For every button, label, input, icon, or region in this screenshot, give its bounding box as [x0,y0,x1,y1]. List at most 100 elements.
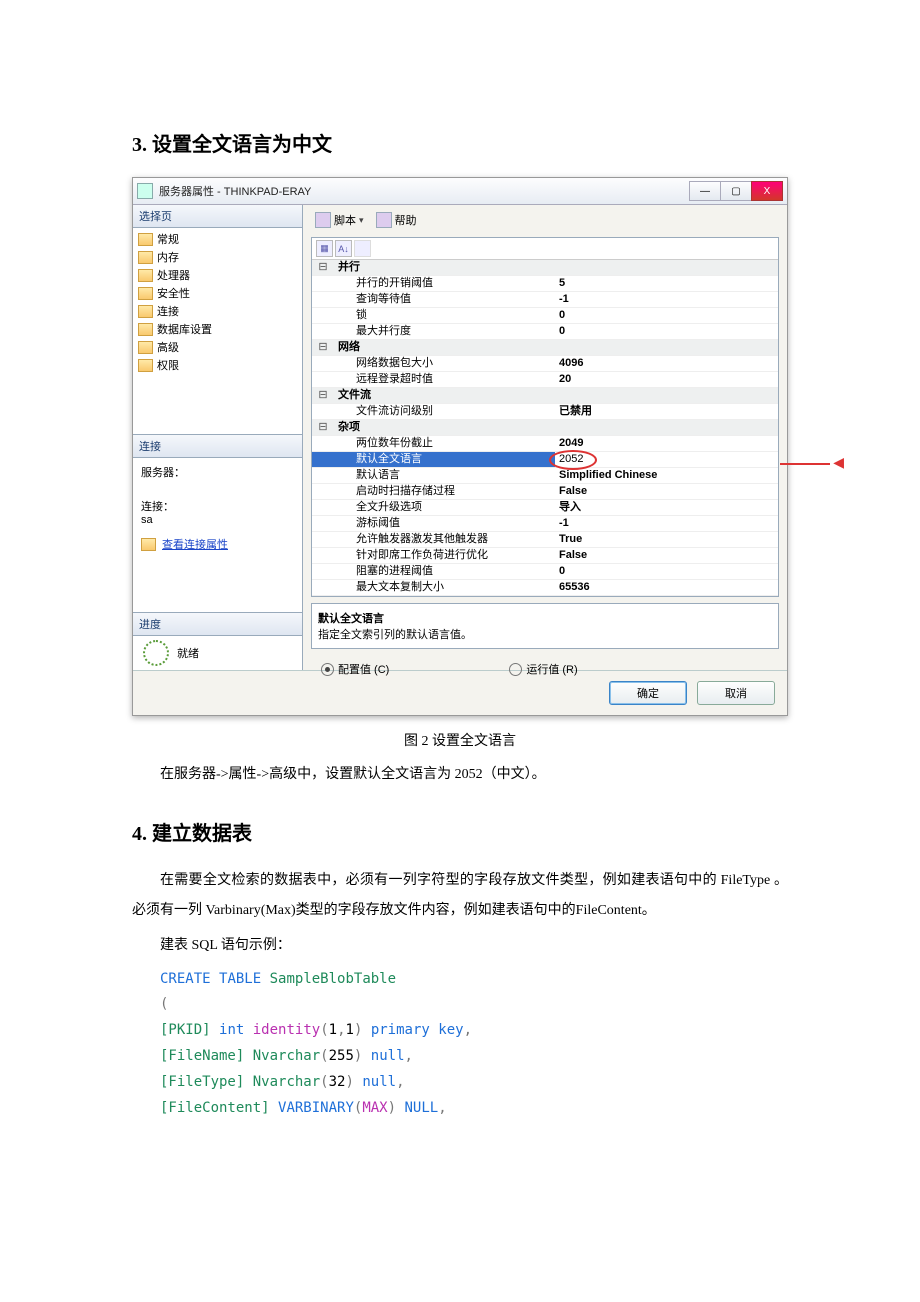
left-navigation-pane: 选择页 常规 内存 处理器 安全性 连接 数据库设置 高级 权限 连接 服务器：… [133,205,303,670]
window-close-button[interactable]: X [751,181,783,201]
page-icon [138,269,153,282]
prop-key-fulltext-lang[interactable]: 默认全文语言 [334,452,555,468]
property-grid: ⊟并行 并行的开销阈值5 查询等待值-1 锁0 最大并行度0 ⊟网络 网络数据包… [312,260,778,596]
property-row: 允许触发器激发其他触发器True [312,532,778,548]
page-label: 高级 [157,339,179,355]
ok-button[interactable]: 确定 [609,681,687,705]
property-row: 默认语言Simplified Chinese [312,468,778,484]
property-row: 游标阈值-1 [312,516,778,532]
property-row: 最大并行度0 [312,324,778,340]
page-item-permissions[interactable]: 权限 [133,356,302,374]
categorize-icon[interactable]: ▦ [316,240,333,257]
page-icon [138,287,153,300]
radio-running-value[interactable]: 运行值 (R) [509,661,577,677]
property-row: 网络数据包大小4096 [312,356,778,372]
page-icon [138,323,153,336]
progress-pane: 进度 就绪 [133,612,302,670]
page-icon [138,305,153,318]
page-item-memory[interactable]: 内存 [133,248,302,266]
grid-toolbar: ▦ A↓ [312,238,778,260]
cancel-button[interactable]: 取消 [697,681,775,705]
page-item-db-settings[interactable]: 数据库设置 [133,320,302,338]
app-icon [137,183,153,199]
property-row: 全文升级选项导入 [312,500,778,516]
page-label: 安全性 [157,285,190,301]
property-grid-wrapper: ▦ A↓ ⊟并行 并行的开销阈值5 查询等待值-1 锁0 最大并行度0 ⊟网络 … [311,237,779,597]
property-row: 启动时扫描存储过程False [312,484,778,500]
property-row: 针对即席工作负荷进行优化False [312,548,778,564]
sql-code-block: CREATE TABLE SampleBlobTable ( [PKID] in… [160,967,788,1122]
figure-caption: 图 2 设置全文语言 [132,730,788,750]
page-item-security[interactable]: 安全性 [133,284,302,302]
property-row: 查询等待值-1 [312,292,778,308]
category-row: ⊟杂项 [312,420,778,436]
radio-label: 配置值 (C) [338,661,389,677]
script-icon [315,212,331,228]
page-tree: 常规 内存 处理器 安全性 连接 数据库设置 高级 权限 [133,228,302,435]
dialog-title: 服务器属性 - THINKPAD-ERAY [159,183,690,199]
connection-label: 连接： [141,498,294,514]
window-maximize-button[interactable]: ▢ [720,181,752,201]
help-icon [376,212,392,228]
grid-tool-icon[interactable] [354,240,371,257]
radio-configured-value[interactable]: 配置值 (C) [321,661,389,677]
section-4-heading: 4. 建立数据表 [132,817,788,846]
paragraph: 在服务器->属性->高级中，设置默认全文语言为 2052（中文）。 [132,760,788,789]
property-row: 并行的开销阈值5 [312,276,778,292]
chevron-down-icon[interactable]: ▾ [359,215,364,226]
progress-header: 进度 [133,613,302,636]
property-row: 锁0 [312,308,778,324]
dialog-titlebar[interactable]: 服务器属性 - THINKPAD-ERAY — ▢ X [133,178,787,205]
property-row-selected: 默认全文语言2052◀ [312,452,778,468]
page-icon [138,341,153,354]
page-icon [138,251,153,264]
property-row: 远程登录超时值20 [312,372,778,388]
category-label: 文件流 [334,388,778,404]
connection-value: sa [141,514,294,526]
value-mode-radios: 配置值 (C) 运行值 (R) [321,661,777,677]
page-label: 常规 [157,231,179,247]
page-item-advanced[interactable]: 高级 [133,338,302,356]
page-item-general[interactable]: 常规 [133,230,302,248]
highlight-arrow: ◀ [833,456,844,469]
property-row: 两位数年份截止2049 [312,436,778,452]
radio-dot-icon [321,663,334,676]
category-label: 网络 [334,340,778,356]
connection-pane: 服务器： 连接： sa 查看连接属性 [133,458,302,612]
right-content-pane: 脚本 ▾ 帮助 ▦ A↓ ⊟并行 并行的开销阈值5 查询等待值-1 锁0 最大并… [303,205,787,670]
category-row: ⊟并行 [312,260,778,276]
page-label: 处理器 [157,267,190,283]
script-label: 脚本 [334,212,356,228]
section-3-heading: 3. 设置全文语言为中文 [132,128,788,157]
category-label: 并行 [334,260,778,276]
prop-value[interactable]: 5 [555,276,778,292]
page-item-processor[interactable]: 处理器 [133,266,302,284]
page-label: 内存 [157,249,179,265]
view-connection-properties-link[interactable]: 查看连接属性 [162,536,228,552]
window-minimize-button[interactable]: — [689,181,721,201]
property-row: 文件流访问级别已禁用 [312,404,778,420]
progress-spinner-icon [143,640,169,666]
paragraph: 在需要全文检索的数据表中，必须有一列字符型的字段存放文件类型，例如建表语句中的 … [132,866,788,925]
prop-key[interactable]: 并行的开销阈值 [334,276,555,292]
property-row: 最大文本复制大小65536 [312,580,778,596]
description-box: 默认全文语言 指定全文索引列的默认语言值。 [311,603,779,649]
select-page-header: 选择页 [133,205,302,228]
page-item-connections[interactable]: 连接 [133,302,302,320]
content-toolbar: 脚本 ▾ 帮助 [303,205,787,235]
page-label: 数据库设置 [157,321,212,337]
description-body: 指定全文索引列的默认语言值。 [318,626,772,642]
paragraph: 建表 SQL 语句示例： [132,931,788,960]
radio-label: 运行值 (R) [526,661,577,677]
server-label: 服务器： [141,464,294,480]
script-button[interactable]: 脚本 ▾ [311,211,368,229]
prop-value-fulltext-lang[interactable]: 2052◀ [555,452,778,468]
link-icon [141,538,156,551]
description-title: 默认全文语言 [318,610,772,626]
page-label: 权限 [157,357,179,373]
page-icon [138,233,153,246]
sort-icon[interactable]: A↓ [335,240,352,257]
help-button[interactable]: 帮助 [372,211,421,229]
server-properties-dialog: 服务器属性 - THINKPAD-ERAY — ▢ X 选择页 常规 内存 处理… [132,177,788,716]
property-row: 阻塞的进程阈值0 [312,564,778,580]
